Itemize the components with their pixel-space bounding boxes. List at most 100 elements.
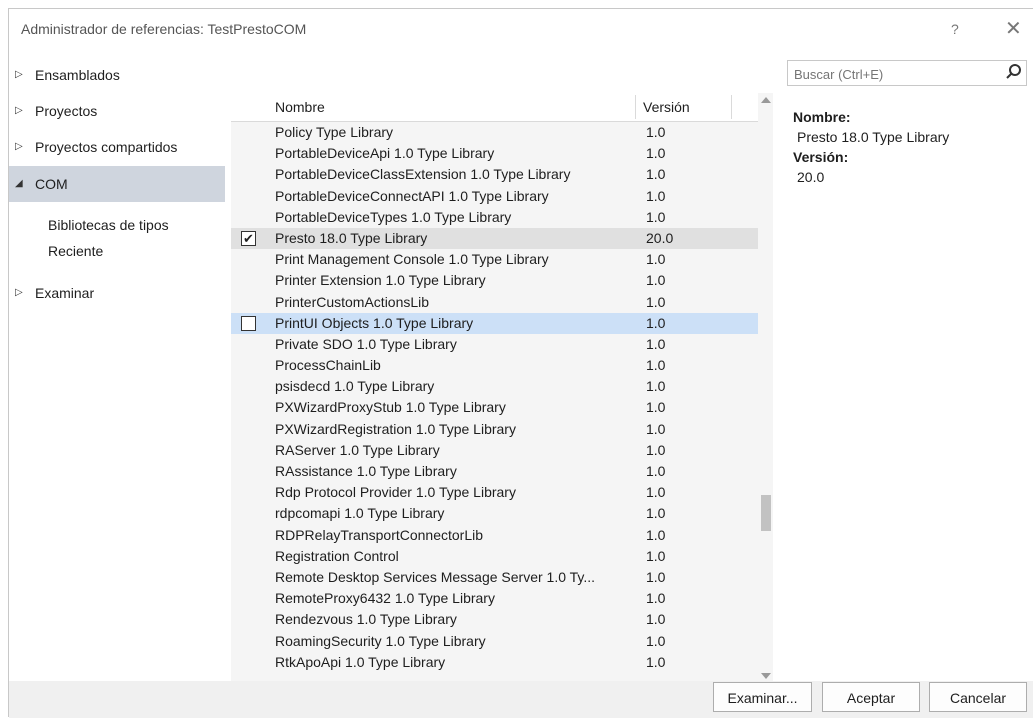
ok-button[interactable]: Aceptar (822, 682, 920, 712)
table-row[interactable]: RtkApoApi 1.0 Type Library 1.0 (231, 652, 758, 673)
row-name: Printer Extension 1.0 Type Library (275, 272, 486, 289)
nav-item-proyectos[interactable]: ▷ Proyectos (9, 93, 225, 129)
row-version: 1.0 (646, 293, 666, 310)
row-version: 1.0 (646, 505, 666, 522)
table-row[interactable]: PXWizardProxyStub 1.0 Type Library 1.0 (231, 397, 758, 418)
row-name: PortableDeviceClassExtension 1.0 Type Li… (275, 166, 571, 183)
nav-item-com[interactable]: ◢ COM (9, 166, 225, 202)
table-row[interactable]: PortableDeviceClassExtension 1.0 Type Li… (231, 164, 758, 185)
expand-arrow-icon: ▷ (15, 141, 23, 152)
row-name: RAServer 1.0 Type Library (275, 441, 440, 458)
vertical-scrollbar[interactable] (758, 93, 773, 683)
row-name: Policy Type Library (275, 124, 394, 140)
row-name: RDPRelayTransportConnectorLib (275, 526, 484, 543)
table-row[interactable]: PrintUI Objects 1.0 Type Library 1.0 (231, 312, 758, 334)
table-row[interactable]: ✔ Presto 18.0 Type Library 20.0 (231, 227, 758, 250)
row-version: 1.0 (646, 335, 666, 352)
scroll-up-icon[interactable] (761, 97, 771, 103)
title-bar: Administrador de referencias: TestPresto… (9, 9, 1033, 49)
column-header-name[interactable]: Nombre (275, 93, 325, 121)
library-list: Nombre Versión Policy Type Library 1.0 Por… (231, 93, 773, 683)
nav-item-label: Proyectos (35, 103, 98, 119)
table-row[interactable]: Rdp Protocol Provider 1.0 Type Library 1.… (231, 482, 758, 503)
row-version: 1.0 (646, 124, 666, 140)
row-version: 1.0 (646, 590, 666, 607)
row-checkbox[interactable] (241, 315, 256, 331)
reference-manager-dialog: Administrador de referencias: TestPresto… (8, 8, 1033, 718)
detail-version-label: Versión: (793, 149, 849, 165)
table-row[interactable]: Printer Extension 1.0 Type Library 1.0 (231, 270, 758, 291)
table-row[interactable]: RemoteProxy6432 1.0 Type Library 1.0 (231, 588, 758, 609)
column-header-version[interactable]: Versión (643, 93, 690, 121)
row-name: Print Management Console 1.0 Type Librar… (275, 251, 549, 268)
row-version: 1.0 (646, 484, 666, 501)
row-name: Rendezvous 1.0 Type Library (275, 611, 457, 628)
search-box[interactable] (787, 60, 1027, 87)
close-button[interactable]: ✕ (1005, 9, 1022, 49)
nav-item-label: Proyectos compartidos (35, 139, 178, 155)
nav-item-label: Examinar (35, 285, 95, 301)
row-version: 1.0 (646, 272, 666, 289)
table-row[interactable]: Rendezvous 1.0 Type Library 1.0 (231, 609, 758, 630)
table-row[interactable]: Remote Desktop Services Message Server 1… (231, 567, 758, 588)
help-button[interactable]: ? (951, 9, 959, 49)
window-title: Administrador de referencias: TestPresto… (21, 21, 307, 37)
row-version: 1.0 (646, 463, 666, 479)
table-row[interactable]: RAssistance 1.0 Type Library 1.0 (231, 461, 758, 482)
table-row[interactable]: Private SDO 1.0 Type Library 1.0 (231, 334, 758, 355)
table-row[interactable]: rdpcomapi 1.0 Type Library 1.0 (231, 503, 758, 524)
row-version: 1.0 (646, 399, 666, 416)
detail-name-value: Presto 18.0 Type Library (797, 129, 950, 145)
row-name: PrinterCustomActionsLib (275, 293, 430, 310)
row-name: Registration Control (275, 547, 399, 564)
row-name: Remote Desktop Services Message Server 1… (275, 568, 596, 585)
details-panel: Nombre: Presto 18.0 Type Library Versión… (793, 107, 949, 187)
row-version: 1.0 (646, 441, 666, 458)
table-row[interactable]: Print Management Console 1.0 Type Librar… (231, 249, 758, 270)
nav-item-proyectos-compartidos[interactable]: ▷ Proyectos compartidos (9, 129, 225, 165)
browse-button[interactable]: Examinar... (713, 682, 812, 712)
expand-arrow-icon: ▷ (15, 69, 23, 80)
table-row[interactable]: RAServer 1.0 Type Library 1.0 (231, 440, 758, 461)
row-version: 1.0 (646, 611, 666, 628)
table-row[interactable]: PXWizardRegistration 1.0 Type Library 1.0 (231, 419, 758, 440)
row-name: ProcessChainLib (275, 357, 381, 374)
row-name: Presto 18.0 Type Library (275, 229, 428, 246)
search-input[interactable] (788, 61, 996, 87)
list-header: Nombre Versión (231, 93, 758, 122)
scroll-thumb[interactable] (761, 495, 771, 531)
table-row[interactable]: psisdecd 1.0 Type Library 1.0 (231, 376, 758, 397)
detail-version-value: 20.0 (797, 169, 825, 185)
cancel-button[interactable]: Cancelar (929, 682, 1027, 712)
table-row[interactable]: ProcessChainLib 1.0 (231, 355, 758, 376)
table-row[interactable]: PortableDeviceApi 1.0 Type Library 1.0 (231, 143, 758, 164)
table-row[interactable]: RDPRelayTransportConnectorLib 1.0 (231, 525, 758, 546)
row-checkbox[interactable]: ✔ (241, 230, 256, 246)
scroll-down-icon[interactable] (761, 673, 771, 679)
expand-arrow-icon: ▷ (15, 287, 23, 298)
nav-item-label: COM (35, 176, 68, 192)
row-name: RAssistance 1.0 Type Library (275, 463, 457, 479)
nav-subitem-reciente[interactable]: Reciente (48, 243, 103, 259)
row-version: 1.0 (646, 251, 666, 268)
table-row[interactable]: PrinterCustomActionsLib 1.0 (231, 292, 758, 313)
nav-item-examinar[interactable]: ▷ Examinar (9, 275, 225, 311)
column-divider[interactable] (635, 95, 636, 119)
row-name: RoamingSecurity 1.0 Type Library (275, 632, 486, 649)
row-version: 1.0 (646, 547, 666, 564)
row-version: 1.0 (646, 166, 666, 183)
column-divider[interactable] (731, 95, 732, 119)
row-name: Private SDO 1.0 Type Library (275, 335, 457, 352)
table-row[interactable]: Policy Type Library 1.0 (231, 122, 758, 143)
row-version: 1.0 (646, 208, 666, 225)
table-row[interactable]: Registration Control 1.0 (231, 546, 758, 567)
table-row[interactable]: PortableDeviceConnectAPI 1.0 Type Librar… (231, 186, 758, 207)
nav-subitem-bibliotecas-de-tipos[interactable]: Bibliotecas de tipos (48, 217, 169, 233)
row-version: 1.0 (646, 420, 666, 437)
nav-item-ensamblados[interactable]: ▷ Ensamblados (9, 57, 225, 93)
table-row[interactable]: PortableDeviceTypes 1.0 Type Library 1.0 (231, 207, 758, 228)
expand-arrow-icon: ▷ (15, 105, 23, 116)
row-name: PortableDeviceConnectAPI 1.0 Type Librar… (275, 187, 549, 204)
search-icon[interactable] (1005, 63, 1023, 86)
table-row[interactable]: RoamingSecurity 1.0 Type Library 1.0 (231, 631, 758, 652)
